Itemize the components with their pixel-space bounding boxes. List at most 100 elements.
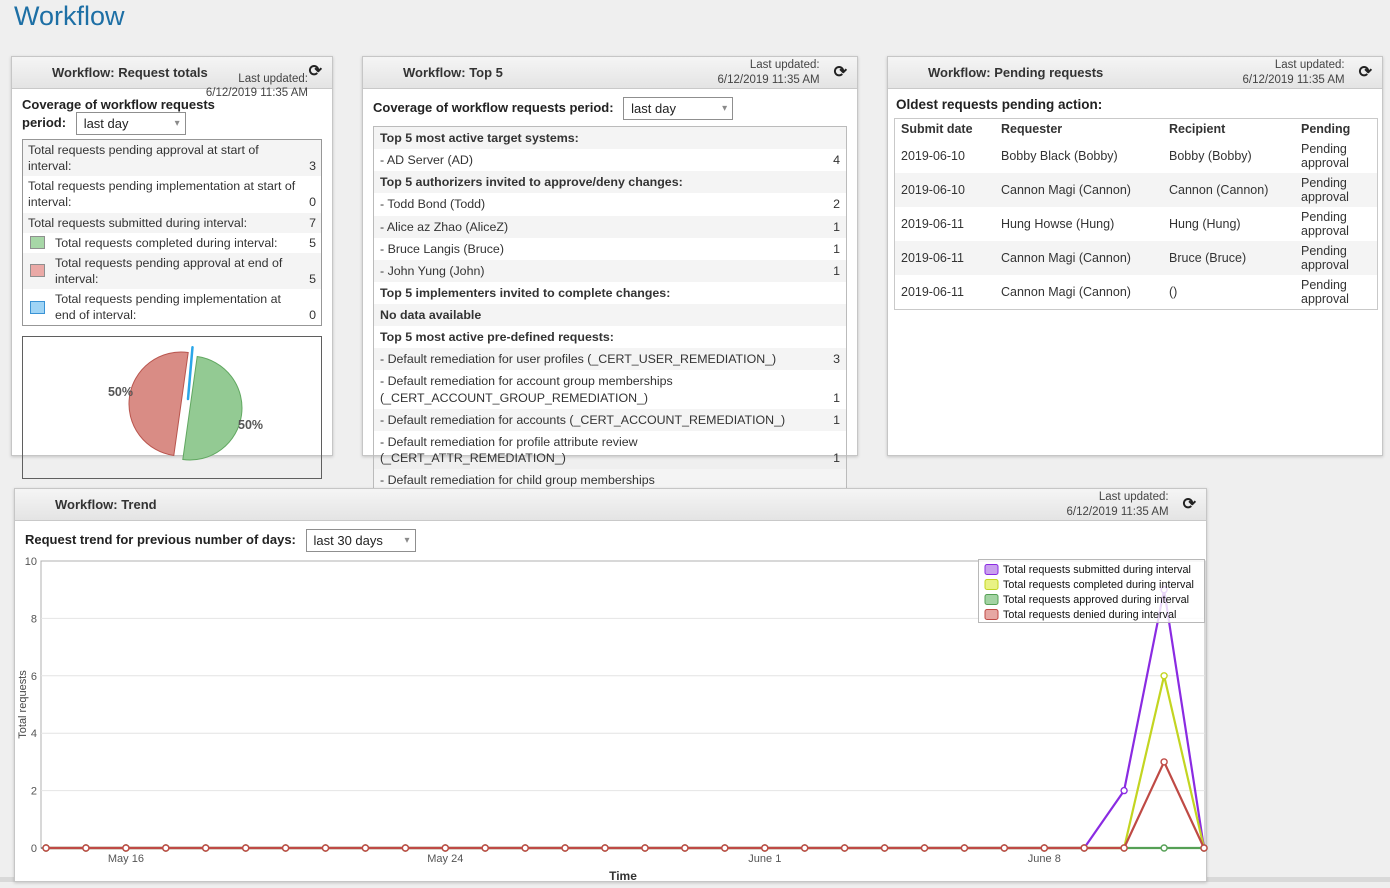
- last-updated-label: Last updated:: [718, 58, 820, 72]
- list-item-label: - Bruce Langis (Bruce): [380, 241, 825, 257]
- svg-text:Total requests denied during i: Total requests denied during interval: [1003, 609, 1176, 621]
- refresh-icon[interactable]: ⟳: [1179, 497, 1200, 513]
- chevron-down-icon: ▾: [404, 535, 409, 546]
- stat-label: Total requests pending approval at start…: [28, 142, 301, 174]
- panel-title: Workflow: Trend: [55, 497, 1067, 512]
- stat-row: Total requests completed during interval…: [23, 233, 321, 253]
- trend-period-label: Request trend for previous number of day…: [25, 532, 296, 547]
- list-item-value: 1: [833, 412, 840, 428]
- svg-text:50%: 50%: [108, 385, 133, 399]
- pending-table: Submit dateRequesterRecipientPending 201…: [894, 118, 1378, 310]
- list-item-value: 1: [833, 263, 840, 279]
- refresh-icon[interactable]: ⟳: [1355, 65, 1376, 81]
- svg-text:May 16: May 16: [108, 853, 144, 865]
- last-updated-value: 6/12/2019 11:35 AM: [206, 86, 308, 100]
- table-cell: Bobby Black (Bobby): [995, 139, 1163, 173]
- list-item-label: Top 5 most active target systems:: [380, 130, 840, 146]
- period-label: Coverage of workflow requests period:: [373, 100, 614, 115]
- last-updated-value: 6/12/2019 11:35 AM: [718, 73, 820, 87]
- table-cell: Cannon Magi (Cannon): [995, 241, 1163, 275]
- table-cell: Pending approval: [1295, 241, 1378, 275]
- last-updated-value: 6/12/2019 11:35 AM: [1067, 505, 1169, 519]
- table-cell: Pending approval: [1295, 139, 1378, 173]
- column-header: Requester: [995, 119, 1163, 140]
- stat-label: Total requests completed during interval…: [55, 235, 301, 251]
- refresh-icon[interactable]: ⟳: [305, 64, 326, 80]
- last-updated-value: 6/12/2019 11:35 AM: [1243, 73, 1345, 87]
- table-row: 2019-06-10Cannon Magi (Cannon)Cannon (Ca…: [895, 173, 1378, 207]
- stat-value: 5: [309, 271, 316, 287]
- stat-row: Total requests pending approval at start…: [23, 140, 321, 176]
- list-item: Top 5 authorizers invited to approve/den…: [374, 171, 846, 193]
- list-item-label: - John Yung (John): [380, 263, 825, 279]
- legend-swatch-icon: [30, 301, 45, 314]
- list-item: Top 5 implementers invited to complete c…: [374, 282, 846, 304]
- table-cell: Hung Howse (Hung): [995, 207, 1163, 241]
- period-select[interactable]: last day ▾: [623, 97, 733, 120]
- stat-value: 7: [309, 215, 316, 231]
- table-cell: Pending approval: [1295, 275, 1378, 310]
- svg-text:Total requests: Total requests: [17, 670, 29, 739]
- table-cell: 2019-06-11: [895, 241, 996, 275]
- panel-request-totals: Workflow: Request totals Last updated: 6…: [11, 56, 333, 456]
- list-item: No data available: [374, 304, 846, 326]
- period-select[interactable]: last day ▾: [76, 112, 186, 135]
- table-cell: Bruce (Bruce): [1163, 241, 1295, 275]
- list-item: - John Yung (John) 1: [374, 260, 846, 282]
- refresh-icon[interactable]: ⟳: [830, 65, 851, 81]
- svg-text:Total requests approved during: Total requests approved during interval: [1003, 594, 1189, 606]
- svg-text:4: 4: [31, 728, 37, 740]
- svg-text:Time: Time: [609, 869, 637, 883]
- list-item-label: - Default remediation for profile attrib…: [380, 434, 825, 466]
- column-header: Submit date: [895, 119, 996, 140]
- svg-text:0: 0: [31, 843, 37, 855]
- list-item: - Default remediation for account group …: [374, 370, 846, 408]
- chevron-down-icon: ▾: [722, 103, 727, 114]
- stat-value: 5: [309, 235, 316, 251]
- panel-header: Workflow: Pending requests Last updated:…: [888, 57, 1382, 89]
- panel-header: Workflow: Trend Last updated: 6/12/2019 …: [15, 489, 1206, 521]
- period-filter: Coverage of workflow requests period: la…: [22, 97, 242, 135]
- stat-row: Total requests pending approval at end o…: [23, 253, 321, 289]
- page-title: Workflow: [14, 1, 125, 32]
- list-item-label: - Todd Bond (Todd): [380, 196, 825, 212]
- legend-swatch-icon: [30, 236, 45, 249]
- svg-text:May 24: May 24: [427, 853, 463, 865]
- list-item-label: Top 5 implementers invited to complete c…: [380, 285, 840, 301]
- pending-table-head: Submit dateRequesterRecipientPending: [895, 119, 1378, 140]
- stat-label: Total requests pending implementation at…: [55, 291, 301, 323]
- top5-list: Top 5 most active target systems:- AD Se…: [373, 126, 847, 508]
- list-item: - Default remediation for profile attrib…: [374, 431, 846, 469]
- last-updated: Last updated: 6/12/2019 11:35 AM: [1243, 58, 1345, 87]
- table-row: 2019-06-11Cannon Magi (Cannon)Bruce (Bru…: [895, 241, 1378, 275]
- table-cell: Pending approval: [1295, 207, 1378, 241]
- column-header: Recipient: [1163, 119, 1295, 140]
- panel-title: Workflow: Top 5: [403, 65, 718, 80]
- legend-swatch-icon: [30, 264, 45, 277]
- stat-list: Total requests pending approval at start…: [22, 139, 322, 326]
- column-header: Pending: [1295, 119, 1378, 140]
- svg-text:6: 6: [31, 671, 37, 683]
- stat-label: Total requests submitted during interval…: [28, 215, 301, 231]
- table-cell: 2019-06-11: [895, 275, 996, 310]
- table-cell: Bobby (Bobby): [1163, 139, 1295, 173]
- svg-text:8: 8: [31, 613, 37, 625]
- stat-value: 3: [309, 158, 316, 174]
- svg-text:Total requests submitted durin: Total requests submitted during interval: [1003, 564, 1191, 576]
- panel-top5: Workflow: Top 5 Last updated: 6/12/2019 …: [362, 56, 858, 456]
- period-select-value: last day: [631, 101, 676, 116]
- table-cell: (): [1163, 275, 1295, 310]
- list-item-label: - Default remediation for user profiles …: [380, 351, 825, 367]
- list-item-value: 4: [833, 152, 840, 168]
- list-item: - Todd Bond (Todd)2: [374, 193, 846, 215]
- list-item-value: 3: [833, 351, 840, 367]
- list-item-value: 1: [833, 450, 840, 466]
- stat-row: Total requests submitted during interval…: [23, 213, 321, 233]
- last-updated: Last updated: 6/12/2019 11:35 AM: [718, 58, 820, 87]
- table-row: 2019-06-11Cannon Magi (Cannon)()Pending …: [895, 275, 1378, 310]
- panel-header: Workflow: Top 5 Last updated: 6/12/2019 …: [363, 57, 857, 89]
- table-cell: Cannon (Cannon): [1163, 173, 1295, 207]
- table-cell: 2019-06-11: [895, 207, 996, 241]
- last-updated-label: Last updated:: [206, 72, 308, 86]
- list-item-label: Top 5 authorizers invited to approve/den…: [380, 174, 840, 190]
